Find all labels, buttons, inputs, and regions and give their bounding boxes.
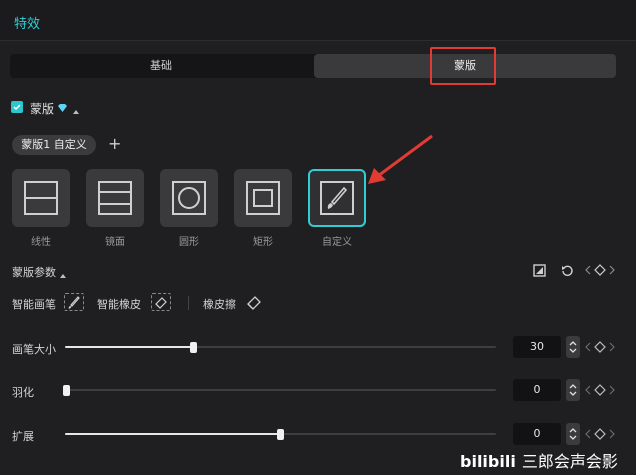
custom-mask-button[interactable] bbox=[308, 169, 366, 227]
feather-thumb[interactable] bbox=[63, 385, 70, 396]
smart-brush-label: 智能画笔 bbox=[12, 298, 56, 311]
brush-size-label: 画笔大小 bbox=[12, 343, 56, 356]
expand-stepper[interactable] bbox=[566, 423, 580, 445]
add-mask-button[interactable]: + bbox=[108, 134, 121, 154]
feather-input[interactable]: 0 bbox=[513, 379, 561, 401]
expand-keyframe-icon[interactable] bbox=[585, 428, 615, 440]
brush-size-keyframe-icon[interactable] bbox=[585, 341, 615, 353]
rect-mask-label: 矩形 bbox=[253, 237, 273, 248]
collapse-params-icon[interactable] bbox=[59, 268, 67, 282]
keyframe-nav-icon[interactable] bbox=[585, 264, 615, 279]
watermark-logo: bilibili bbox=[460, 452, 516, 471]
tab-bar: 基础 蒙版 bbox=[10, 54, 616, 78]
mask-enable-checkbox[interactable] bbox=[11, 101, 23, 113]
brush-size-slider[interactable] bbox=[65, 346, 496, 348]
expand-fill bbox=[65, 433, 281, 435]
linear-mask-icon bbox=[24, 181, 58, 215]
expand-thumb[interactable] bbox=[277, 429, 284, 440]
mask-preset-pill[interactable]: 蒙版1 自定义 bbox=[12, 135, 96, 155]
invert-mask-icon[interactable] bbox=[533, 264, 546, 280]
stepper-arrows-icon bbox=[569, 428, 577, 440]
circle-mask-button[interactable] bbox=[160, 169, 218, 227]
annotation-arrow bbox=[360, 130, 440, 193]
stepper-arrows-icon bbox=[569, 341, 577, 353]
tool-divider bbox=[188, 296, 189, 310]
smart-eraser-label: 智能橡皮 bbox=[97, 298, 141, 311]
custom-mask-label: 自定义 bbox=[322, 237, 352, 248]
mirror-mask-icon bbox=[98, 181, 132, 215]
reset-icon[interactable] bbox=[561, 264, 574, 280]
mask-params-label: 蒙版参数 bbox=[12, 266, 56, 279]
brush-size-thumb[interactable] bbox=[190, 342, 197, 353]
mirror-mask-label: 镜面 bbox=[105, 237, 125, 248]
collapse-icon[interactable] bbox=[72, 104, 80, 118]
linear-mask-button[interactable] bbox=[12, 169, 70, 227]
mask-section-label: 蒙版 bbox=[30, 102, 55, 116]
check-icon bbox=[13, 104, 21, 111]
watermark: bilibili 三郎会声会影 bbox=[460, 448, 618, 472]
smart-brush-icon[interactable] bbox=[64, 293, 84, 311]
rect-mask-icon bbox=[246, 181, 280, 215]
brush-icon bbox=[320, 181, 354, 215]
brush-size-stepper[interactable] bbox=[566, 336, 580, 358]
feather-stepper[interactable] bbox=[566, 379, 580, 401]
rect-mask-button[interactable] bbox=[234, 169, 292, 227]
watermark-text: 三郎会声会影 bbox=[521, 452, 618, 471]
circle-mask-icon bbox=[172, 181, 206, 215]
brush-size-fill bbox=[65, 346, 194, 348]
annotation-highlight-box bbox=[430, 47, 496, 85]
feather-slider[interactable] bbox=[65, 389, 496, 391]
circle-mask-label: 圆形 bbox=[179, 237, 199, 248]
mirror-mask-button[interactable] bbox=[86, 169, 144, 227]
feather-keyframe-icon[interactable] bbox=[585, 384, 615, 396]
smart-eraser-icon[interactable] bbox=[151, 293, 171, 311]
brush-size-input[interactable]: 30 bbox=[513, 336, 561, 358]
feather-label: 羽化 bbox=[12, 386, 34, 399]
stepper-arrows-icon bbox=[569, 384, 577, 396]
eraser-label: 橡皮擦 bbox=[203, 298, 236, 311]
expand-input[interactable]: 0 bbox=[513, 423, 561, 445]
tab-basic[interactable]: 基础 bbox=[10, 54, 312, 78]
diamond-icon bbox=[57, 102, 68, 116]
eraser-icon[interactable] bbox=[244, 294, 264, 313]
expand-label: 扩展 bbox=[12, 430, 34, 443]
panel-title: 特效 bbox=[14, 17, 41, 32]
linear-mask-label: 线性 bbox=[31, 237, 51, 248]
panel-header bbox=[0, 0, 636, 41]
